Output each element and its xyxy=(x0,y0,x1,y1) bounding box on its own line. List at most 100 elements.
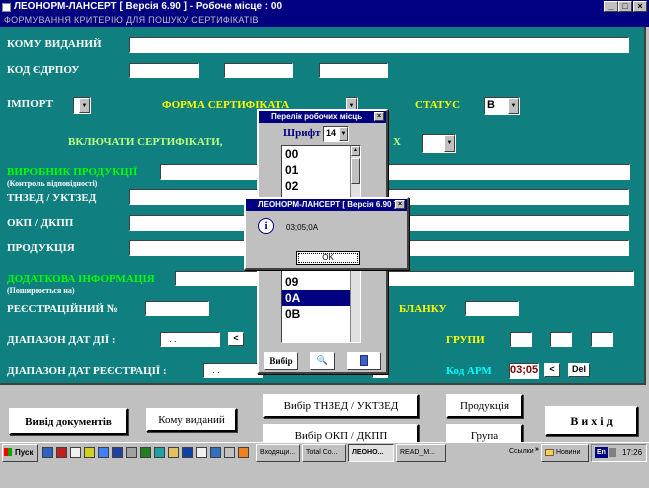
quicklaunch-icon[interactable] xyxy=(84,447,95,458)
vybir-tnzed-button[interactable]: Вибір ТНЗЕД / УКТЗЕД xyxy=(263,394,419,418)
vyrobnyk-input[interactable] xyxy=(160,164,630,180)
list-item[interactable]: 00 xyxy=(282,146,360,162)
dodatkova-label: ДОДАТКОВА ІНФОРМАЦІЯ xyxy=(7,273,155,285)
diapazon-reestr-label: ДІАПАЗОН ДАТ РЕЄСТРАЦІЇ : xyxy=(7,365,167,377)
kod-arm-picker-button[interactable]: < xyxy=(544,363,560,377)
minimize-button[interactable]: _ xyxy=(604,1,618,12)
close-button[interactable]: × xyxy=(633,1,647,12)
clock: 17:26 xyxy=(622,448,643,457)
produktsiya-button[interactable]: Продукція xyxy=(446,394,523,418)
list-item[interactable]: 01 xyxy=(282,162,360,178)
date-dii-from-input[interactable]: . . xyxy=(160,332,220,347)
magnifier-icon: 🔍 xyxy=(316,355,329,365)
form-caption: ФОРМУВАННЯ КРИТЕРІЮ ДЛЯ ПОШУКУ СЕРТИФІКА… xyxy=(0,14,649,27)
dodatkova-input[interactable] xyxy=(175,271,634,286)
scroll-thumb[interactable] xyxy=(351,158,360,184)
quicklaunch-icon[interactable] xyxy=(126,447,137,458)
message-box: ЛЕОНОРМ-ЛАНСЕРТ [ Версія 6.90 ] × i 03;0… xyxy=(244,197,409,270)
list-item-selected[interactable]: 0A xyxy=(282,290,360,306)
quicklaunch-icon[interactable] xyxy=(112,447,123,458)
font-size-combo[interactable]: 14 ▼ xyxy=(323,126,349,142)
windows-logo-icon xyxy=(4,448,12,456)
workplace-list-title: Перелік робочих місць xyxy=(271,112,363,121)
chevron-down-icon[interactable]: ▼ xyxy=(508,98,519,114)
kod-arm-delete-button[interactable]: Del xyxy=(568,363,590,377)
tray-icon[interactable] xyxy=(609,448,616,457)
blanku-label: БЛАНКУ xyxy=(399,303,447,315)
quicklaunch-icon[interactable] xyxy=(98,447,109,458)
tnzed-label: ТНЗЕД / УКТЗЕД xyxy=(7,192,97,204)
date-dii-picker-button[interactable]: < xyxy=(228,332,244,346)
grupy-input-2[interactable] xyxy=(550,332,572,347)
chevron-down-icon[interactable]: ▼ xyxy=(444,135,455,152)
language-indicator[interactable]: En xyxy=(595,447,608,458)
reestr-input[interactable] xyxy=(145,301,209,316)
vkluchaty-label-tail: Х xyxy=(393,136,401,148)
kod-arm-value[interactable]: 03;05 xyxy=(509,363,539,379)
quicklaunch-icon[interactable] xyxy=(70,447,81,458)
vykhid-button[interactable]: В и х і д xyxy=(545,406,638,436)
quicklaunch-icon[interactable] xyxy=(182,447,193,458)
quicklaunch-icon[interactable] xyxy=(224,447,235,458)
blanku-input[interactable] xyxy=(465,301,519,316)
list-item[interactable]: 0B xyxy=(282,306,360,322)
edrpou-input-2[interactable] xyxy=(224,63,293,78)
list-item[interactable]: 02 xyxy=(282,178,360,194)
status-value: В xyxy=(487,99,495,111)
links-chevron-icon[interactable]: » xyxy=(535,446,539,453)
quicklaunch-icon[interactable] xyxy=(56,447,67,458)
taskbar-item[interactable]: Входящи... xyxy=(256,444,300,462)
komu-vydanyi-button[interactable]: Кому виданий xyxy=(146,408,237,432)
quicklaunch-icon[interactable] xyxy=(168,447,179,458)
komu-vydanyi-label: КОМУ ВИДАНИЙ xyxy=(7,38,102,50)
vkluchaty-combo[interactable]: ▼ xyxy=(422,134,456,153)
import-label: ІМПОРТ xyxy=(7,98,53,110)
close-icon[interactable]: × xyxy=(395,200,405,209)
okp-label: ОКП / ДКПП xyxy=(7,217,74,229)
quicklaunch-icon[interactable] xyxy=(42,447,53,458)
scroll-up-icon[interactable]: ▲ xyxy=(351,146,360,156)
quicklaunch-icon[interactable] xyxy=(140,447,151,458)
date-reestr-from-input[interactable]: . . xyxy=(203,363,263,378)
grupy-label: ГРУПИ xyxy=(446,334,485,346)
vybir-button[interactable]: Вибір xyxy=(264,352,298,370)
quicklaunch-icon[interactable] xyxy=(154,447,165,458)
chevron-down-icon[interactable]: ▼ xyxy=(79,98,90,113)
quicklaunch-icon[interactable] xyxy=(238,447,249,458)
links-toolbar[interactable]: Ссылки xyxy=(509,448,534,455)
edrpou-input-3[interactable] xyxy=(319,63,388,78)
grupy-input-1[interactable] xyxy=(510,332,532,347)
vyvid-dokumentiv-button[interactable]: Вивід документів xyxy=(9,408,128,435)
close-icon[interactable]: × xyxy=(374,112,384,121)
quicklaunch-icon[interactable] xyxy=(210,447,221,458)
taskbar-item-active[interactable]: ЛЕОНО... xyxy=(348,444,394,462)
edrpou-input-1[interactable] xyxy=(129,63,199,78)
quicklaunch-icon[interactable] xyxy=(196,447,207,458)
window-titlebar: ЛЕОНОРМ-ЛАНСЕРТ [ Версія 6.90 ] - Робоче… xyxy=(0,0,649,14)
folder-icon xyxy=(545,449,554,456)
poshyr-sublabel: (Поширюється на) xyxy=(7,286,75,295)
ok-button[interactable]: OK xyxy=(296,251,360,265)
kod-arm-label: Код АРМ xyxy=(446,365,492,377)
grupy-input-3[interactable] xyxy=(591,332,613,347)
komu-vydanyi-input[interactable] xyxy=(129,37,629,53)
preview-button[interactable]: 🔍 xyxy=(310,352,335,370)
status-combo[interactable]: В ▼ xyxy=(484,97,520,115)
app-icon xyxy=(2,3,11,12)
maximize-button[interactable]: □ xyxy=(618,1,632,12)
kod-edrpou-label: КОД ЄДРПОУ xyxy=(7,64,80,76)
message-text: 03;05;0A xyxy=(286,223,319,232)
diapazon-dii-label: ДІАПАЗОН ДАТ ДІЇ : xyxy=(7,334,116,346)
exit-dialog-button[interactable] xyxy=(347,352,381,370)
import-combo[interactable]: ▼ xyxy=(73,97,91,114)
taskbar-item[interactable]: READ_M... xyxy=(396,444,446,462)
vkluchaty-label: ВКЛЮЧАТИ СЕРТИФІКАТИ, xyxy=(68,136,223,148)
taskbar-item[interactable]: Total Co... xyxy=(302,444,346,462)
list-item[interactable]: 09 xyxy=(282,274,360,290)
produktsiya-label: ПРОДУКЦІЯ xyxy=(7,242,75,254)
message-box-titlebar: ЛЕОНОРМ-ЛАНСЕРТ [ Версія 6.90 ] × xyxy=(246,199,407,211)
info-icon: i xyxy=(258,218,274,234)
chevron-down-icon[interactable]: ▼ xyxy=(339,127,348,141)
shryft-label: Шрифт xyxy=(283,127,321,139)
kontrol-sublabel: (Контроль відповідності) xyxy=(7,179,98,188)
